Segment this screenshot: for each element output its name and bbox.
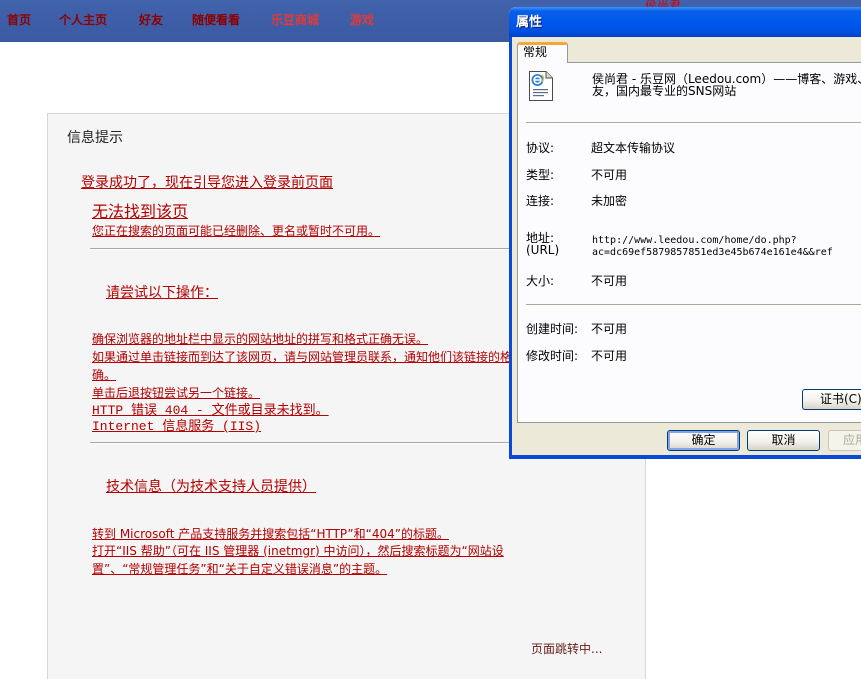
http-error-line[interactable]: HTTP 错误 404 - 文件或目录未找到。 xyxy=(92,403,329,418)
dialog-title: 属性 xyxy=(516,15,543,30)
properties-dialog: 属性 常规 侯尚君 - 乐豆网（Leedou.com）——博客、游戏、 友，国内… xyxy=(509,7,861,459)
protocol-label: 协议: xyxy=(526,141,555,155)
try-line[interactable]: 如果通过单击链接而到达了该网页，请与网站管理员联系，通知他们该链接的格 xyxy=(92,350,512,364)
nav-item-games[interactable]: 游戏 xyxy=(350,13,374,27)
try-line-back-button[interactable]: 单击后退按钮尝试另一个链接。 xyxy=(92,386,260,400)
try-line[interactable]: 确。 xyxy=(92,368,116,382)
connection-value: 未加密 xyxy=(591,194,628,208)
address-value-line: ac=dc69ef5879857851ed3e45b674e161e4&&ref xyxy=(592,247,833,258)
connection-label: 连接: xyxy=(526,194,555,208)
error-title[interactable]: 无法找到该页 xyxy=(92,203,188,221)
size-label: 大小: xyxy=(526,274,555,288)
ie-document-icon xyxy=(529,71,553,101)
certificate-button[interactable]: 证书(C) xyxy=(802,389,861,410)
panel-separator xyxy=(526,304,861,306)
panel-separator xyxy=(526,122,861,124)
address-label-url: (URL) xyxy=(526,243,560,257)
notice-title: 信息提示 xyxy=(67,130,123,146)
nav-item-browse[interactable]: 随便看看 xyxy=(192,13,240,27)
nav-item-profile[interactable]: 个人主页 xyxy=(59,13,107,27)
redirect-status: 页面跳转中... xyxy=(531,642,603,656)
page: 首页 个人主页 好友 随便看看 乐豆商城 游戏 侯尚君 信息提示 登录成功了，现… xyxy=(0,0,861,679)
nav-item-mall[interactable]: 乐豆商城 xyxy=(271,13,319,27)
tech-line-support-link[interactable]: 转到 Microsoft 产品支持服务并搜索包括“HTTP”和“404”的标题。 xyxy=(92,527,449,541)
apply-button[interactable]: 应用 xyxy=(828,430,861,451)
error-description[interactable]: 您正在搜索的页面可能已经删除、更名或暂时不可用。 xyxy=(92,224,380,238)
protocol-value: 超文本传输协议 xyxy=(591,141,676,155)
try-line[interactable]: 确保浏览器的地址栏中显示的网站地址的拼写和格式正确无误。 xyxy=(92,332,428,346)
dialog-title-bar[interactable]: 属性 xyxy=(509,7,861,37)
page-title-line: 友，国内最专业的SNS网站 xyxy=(592,85,737,98)
dialog-frame-left xyxy=(509,37,512,459)
created-label: 创建时间: xyxy=(526,322,579,336)
try-heading[interactable]: 请尝试以下操作： xyxy=(106,285,218,301)
ok-button[interactable]: 确定 xyxy=(667,430,740,451)
tech-line[interactable]: 置”、“常规管理任务”和“关于自定义错误消息”的主题。 xyxy=(92,562,387,576)
cancel-button[interactable]: 取消 xyxy=(747,430,820,451)
address-value-line: http://www.leedou.com/home/do.php? xyxy=(592,235,797,246)
tab-general[interactable]: 常规 xyxy=(517,42,568,63)
nav-item-home[interactable]: 首页 xyxy=(7,13,31,27)
size-value: 不可用 xyxy=(591,274,628,288)
tech-heading[interactable]: 技术信息（为技术支持人员提供） xyxy=(106,479,316,495)
general-tab-panel: 侯尚君 - 乐豆网（Leedou.com）——博客、游戏、 友，国内最专业的SN… xyxy=(517,62,861,423)
tech-line[interactable]: 打开“IIS 帮助”（可在 IIS 管理器 (inetmgr) 中访问），然后搜… xyxy=(92,544,504,558)
login-redirect-link[interactable]: 登录成功了，现在引导您进入登录前页面 xyxy=(81,175,333,191)
tab-general-label: 常规 xyxy=(523,45,548,59)
type-label: 类型: xyxy=(526,168,555,182)
modified-label: 修改时间: xyxy=(526,349,579,363)
type-value: 不可用 xyxy=(591,168,628,182)
modified-value: 不可用 xyxy=(591,349,628,363)
created-value: 不可用 xyxy=(591,322,628,336)
nav-item-friends[interactable]: 好友 xyxy=(139,13,163,27)
iis-line[interactable]: Internet 信息服务 (IIS) xyxy=(92,419,261,434)
dialog-frame-bottom xyxy=(509,455,861,459)
